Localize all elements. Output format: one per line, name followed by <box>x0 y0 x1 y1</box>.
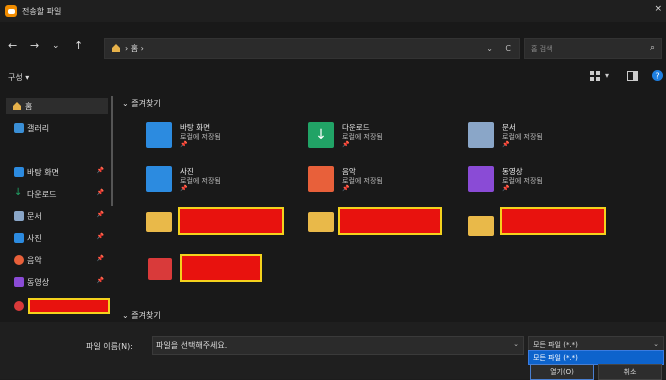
sidebar-scrollbar[interactable] <box>111 96 113 206</box>
file-type-value: 모든 파일 (*.*) <box>533 341 578 349</box>
pictures-folder-icon <box>146 166 172 192</box>
address-bar[interactable]: › 홈 › ⌄ C <box>104 38 520 59</box>
pin-icon: 📌 <box>96 167 104 174</box>
pin-icon: 📌 <box>502 185 510 192</box>
command-bar: 구성 ▾ ▾ ? <box>0 68 666 86</box>
music-icon <box>14 255 24 265</box>
back-button[interactable]: ← <box>8 40 17 52</box>
redacted-name <box>178 207 284 235</box>
redacted-name <box>180 254 262 282</box>
address-path: › 홈 › <box>125 44 144 53</box>
chevron-down-icon[interactable]: ⌄ <box>513 340 519 348</box>
sidebar-item-redacted[interactable] <box>8 298 110 314</box>
preview-pane-icon[interactable] <box>627 71 638 81</box>
sidebar-item-label: 사진 <box>27 234 42 243</box>
cancel-button[interactable]: 취소 <box>598 364 662 380</box>
sidebar-item-music[interactable]: 음악 📌 <box>8 252 110 268</box>
folder-icon <box>308 212 334 232</box>
sidebar-item-label: 다운로드 <box>27 190 57 199</box>
video-icon <box>14 277 24 287</box>
sidebar-item-label: 동영상 <box>27 278 50 287</box>
redacted-label <box>28 298 110 314</box>
content-pane: ⌄ 즐겨찾기 바탕 화면 로컬에 저장됨 📌 ↓ 다운로드 로컬에 저장됨 📌 … <box>118 92 666 320</box>
pin-icon: 📌 <box>96 233 104 240</box>
sidebar-item-label: 홈 <box>25 102 33 111</box>
window-title: 전송할 파일 <box>22 7 62 16</box>
folder-icon <box>468 216 494 236</box>
pin-icon: 📌 <box>180 185 188 192</box>
filename-input[interactable]: 파일을 선택해주세요. ⌄ <box>152 336 524 355</box>
tile-videos[interactable]: 동영상 로컬에 저장됨 📌 <box>468 164 628 198</box>
navigation-bar: ← → ⌄ ↑ › 홈 › ⌄ C 홈 검색 ⌕ <box>0 34 666 60</box>
tile-documents[interactable]: 문서 로컬에 저장됨 📌 <box>468 120 628 154</box>
tile-downloads[interactable]: ↓ 다운로드 로컬에 저장됨 📌 <box>308 120 468 154</box>
pictures-icon <box>14 233 24 243</box>
filename-label: 파일 이름(N): <box>86 342 133 351</box>
view-icon[interactable] <box>590 71 600 81</box>
navigation-pane: 홈 갤러리 바탕 화면 📌 ↓ 다운로드 📌 문서 📌 사진 📌 음악 📌 동영… <box>0 92 114 320</box>
sidebar-item-home[interactable]: 홈 <box>6 98 108 114</box>
pin-icon: 📌 <box>342 141 350 148</box>
document-folder-icon <box>468 122 494 148</box>
favorites-header[interactable]: ⌄ 즐겨찾기 <box>122 310 161 321</box>
pin-icon: 📌 <box>180 141 188 148</box>
chevron-down-icon[interactable]: ⌄ <box>653 340 659 348</box>
sidebar-item-label: 음악 <box>27 256 42 265</box>
folder-icon <box>146 212 172 232</box>
sidebar-item-downloads[interactable]: ↓ 다운로드 📌 <box>8 186 110 202</box>
tile-pictures[interactable]: 사진 로컬에 저장됨 📌 <box>146 164 306 198</box>
refresh-button[interactable]: C <box>505 44 511 53</box>
file-type-option[interactable]: 모든 파일 (*.*) <box>528 350 664 365</box>
pin-icon: 📌 <box>96 255 104 262</box>
search-placeholder: 홈 검색 <box>531 45 553 53</box>
sidebar-item-gallery[interactable]: 갤러리 <box>8 120 110 136</box>
help-icon[interactable]: ? <box>652 70 663 81</box>
organize-menu[interactable]: 구성 ▾ <box>8 72 29 83</box>
search-box[interactable]: 홈 검색 ⌕ <box>524 38 662 59</box>
file-dialog: 전송할 파일 × ← → ⌄ ↑ › 홈 › ⌄ C 홈 검색 ⌕ 구성 ▾ ▾… <box>0 0 666 380</box>
quick-access-header[interactable]: ⌄ 즐겨찾기 <box>122 98 161 109</box>
pin-icon: 📌 <box>96 277 104 284</box>
gmail-icon <box>148 258 172 280</box>
pin-icon: 📌 <box>96 189 104 196</box>
pin-icon: 📌 <box>342 185 350 192</box>
redacted-name <box>338 207 442 235</box>
sidebar-item-label: 바탕 화면 <box>27 168 59 177</box>
sidebar-item-videos[interactable]: 동영상 📌 <box>8 274 110 290</box>
sidebar-item-pictures[interactable]: 사진 📌 <box>8 230 110 246</box>
sidebar-item-label: 갤러리 <box>27 124 50 133</box>
download-icon: ↓ <box>14 187 23 198</box>
tile-music[interactable]: 음악 로컬에 저장됨 📌 <box>308 164 468 198</box>
home-icon <box>112 44 120 52</box>
pin-icon: 📌 <box>96 211 104 218</box>
video-folder-icon <box>468 166 494 192</box>
download-folder-icon: ↓ <box>308 122 334 148</box>
gmail-icon <box>14 301 24 311</box>
music-folder-icon <box>308 166 334 192</box>
option-label: 모든 파일 (*.*) <box>533 354 578 362</box>
view-dropdown-button[interactable]: ▾ <box>605 71 609 80</box>
close-button[interactable]: × <box>654 4 662 14</box>
sidebar-item-desktop[interactable]: 바탕 화면 📌 <box>8 164 110 180</box>
address-dropdown-button[interactable]: ⌄ <box>486 44 493 53</box>
app-icon <box>5 5 17 17</box>
svg-text:?: ? <box>655 71 659 80</box>
tile-desktop[interactable]: 바탕 화면 로컬에 저장됨 📌 <box>146 120 306 154</box>
redacted-name <box>500 207 606 235</box>
document-icon <box>14 211 24 221</box>
sidebar-item-label: 문서 <box>27 212 42 221</box>
pin-icon: 📌 <box>502 141 510 148</box>
recent-locations-button[interactable]: ⌄ <box>52 40 60 52</box>
search-icon: ⌕ <box>649 43 655 53</box>
filename-value: 파일을 선택해주세요. <box>156 341 228 350</box>
sidebar-item-documents[interactable]: 문서 📌 <box>8 208 110 224</box>
forward-button[interactable]: → <box>30 40 39 52</box>
gallery-icon <box>14 123 24 133</box>
open-button[interactable]: 열기(O) <box>530 364 594 380</box>
desktop-folder-icon <box>146 122 172 148</box>
title-bar: 전송할 파일 × <box>0 0 666 22</box>
up-button[interactable]: ↑ <box>74 40 83 52</box>
desktop-icon <box>14 167 24 177</box>
home-icon <box>13 102 21 110</box>
